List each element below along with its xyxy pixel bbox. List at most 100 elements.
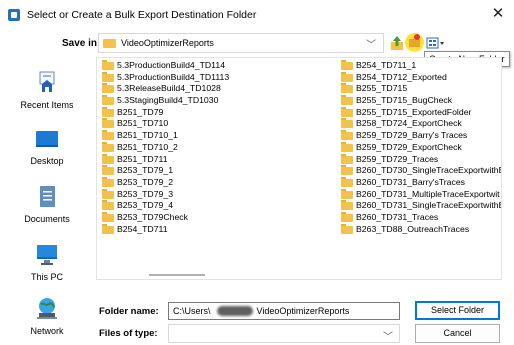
folder-icon (102, 71, 114, 82)
folder-item[interactable]: B260_TD731_Traces (340, 211, 501, 224)
folder-item[interactable]: B259_TD729_ExportCheck (340, 141, 501, 154)
folder-icon (102, 200, 114, 211)
view-menu-icon[interactable] (426, 37, 446, 49)
folder-item[interactable]: B253_TD79_1 (101, 165, 337, 177)
folder-item[interactable]: B254_TD711_1 (340, 60, 501, 72)
window-title: Select or Create a Bulk Export Destinati… (27, 9, 257, 21)
folder-name-input[interactable]: C:\Users\ VideoOptimizerReports (168, 302, 400, 320)
folder-item[interactable]: B255_TD715_ExportedFolder (340, 106, 501, 119)
folder-item[interactable]: B253_TD79_2 (101, 176, 337, 189)
folder-item[interactable]: B258_TD724_ExportCheck (340, 118, 501, 130)
folder-list[interactable]: 5.3ProductionBuild4_TD114 5.3ProductionB… (96, 57, 502, 280)
folder-name-prefix: C:\Users\ (173, 306, 211, 316)
folder-name: B251_TD79 (117, 106, 164, 117)
folder-icon (102, 153, 114, 164)
folder-item[interactable]: B251_TD710_1 (101, 130, 337, 142)
save-in-value: VideoOptimizerReports (121, 38, 214, 48)
new-folder-icon[interactable] (405, 33, 424, 52)
folder-item[interactable]: B251_TD711 (101, 153, 337, 166)
place-label: Documents (24, 214, 70, 224)
folder-item[interactable]: B254_TD712_Exported (340, 71, 501, 84)
folder-item[interactable]: B253_TD79_3 (101, 188, 337, 201)
place-documents[interactable]: Documents (4, 184, 90, 224)
up-one-level-icon[interactable] (390, 35, 404, 51)
folder-name: B251_TD710 (117, 118, 169, 129)
folder-name-value: C:\Users\ VideoOptimizerReports (173, 306, 349, 316)
folder-name: B263_TD88_OutreachTraces (356, 223, 470, 234)
folder-name-label: Folder name: (99, 306, 159, 317)
folder-name: B251_TD710_1 (117, 130, 178, 141)
folder-icon (341, 130, 353, 141)
place-recent-items[interactable]: Recent Items (4, 70, 90, 110)
folder-icon (102, 106, 114, 117)
scrollbar-thumb[interactable] (149, 274, 205, 276)
folder-icon (102, 223, 114, 234)
folder-name: B253_TD79_1 (117, 165, 174, 176)
folder-item[interactable]: B263_TD88_OutreachTraces (340, 223, 501, 236)
this-pc-icon (37, 245, 57, 265)
folder-item[interactable]: B253_TD79_4 (101, 200, 337, 212)
place-network[interactable]: Network (4, 296, 90, 336)
folder-item[interactable]: 5.3ReleaseBuild4_TD1028 (101, 83, 337, 95)
place-desktop[interactable]: Desktop (4, 128, 90, 166)
folder-name: B253_TD79_4 (117, 200, 174, 211)
folder-icon (341, 118, 353, 129)
folder-icon (341, 223, 353, 234)
folder-name: B251_TD710_2 (117, 141, 178, 152)
recent-items-icon (39, 71, 55, 92)
folder-icon (341, 200, 353, 211)
chevron-down-icon: ﹀ (366, 40, 376, 51)
folder-item[interactable]: 5.3StagingBuild4_TD1030 (101, 95, 337, 107)
folder-icon (341, 188, 353, 199)
folder-name: B251_TD711 (117, 153, 168, 164)
folder-item[interactable]: B259_TD729_Traces (340, 153, 501, 166)
folder-icon (102, 95, 114, 106)
folder-item[interactable]: B260_TD730_SingleTraceExportwithE (340, 165, 501, 177)
desktop-icon (36, 131, 58, 147)
folder-name: B259_TD729_Traces (356, 153, 439, 164)
folder-item[interactable]: B259_TD729_Barry's Traces (340, 130, 501, 142)
save-in-label: Save in: (62, 38, 101, 49)
horizontal-scrollbar[interactable] (97, 273, 501, 277)
folder-icon (341, 60, 353, 70)
close-button[interactable]: ✕ (490, 6, 506, 22)
folder-item[interactable]: B251_TD710 (101, 118, 337, 130)
folder-item[interactable]: B260_TD731_MultipleTraceExportwit (340, 188, 501, 201)
folder-name: B255_TD715_BugCheck (356, 95, 453, 106)
folder-item[interactable]: B260_TD731_Barry'sTraces (340, 176, 501, 189)
folder-name: B255_TD715 (356, 83, 408, 94)
folder-item[interactable]: B255_TD715 (340, 83, 501, 95)
folder-icon (341, 106, 353, 117)
folder-item[interactable]: B260_TD731_SingleTraceExportwithE (340, 200, 502, 212)
folder-name: B260_TD731_SingleTraceExportwithE (356, 200, 502, 211)
folder-icon (341, 211, 353, 222)
folder-icon (102, 83, 114, 94)
place-label: Network (30, 326, 64, 336)
folder-item[interactable]: B251_TD79 (101, 106, 337, 119)
folder-icon (341, 165, 353, 176)
folder-item[interactable]: B255_TD715_BugCheck (340, 95, 501, 107)
files-of-type-select[interactable]: ﹀ (168, 324, 400, 343)
folder-item[interactable]: B254_TD711 (101, 223, 337, 236)
places-bar: Recent Items Desktop Documents This PC N… (4, 58, 90, 342)
folder-name: B254_TD711 (117, 223, 168, 234)
folder-name: 5.3StagingBuild4_TD1030 (117, 95, 219, 106)
folder-name: 5.3ReleaseBuild4_TD1028 (117, 83, 221, 94)
cancel-button[interactable]: Cancel (415, 324, 500, 343)
folder-item[interactable]: 5.3ProductionBuild4_TD1113 (101, 71, 337, 84)
folder-item[interactable]: B251_TD710_2 (101, 141, 337, 154)
folder-name: B254_TD711_1 (356, 60, 417, 70)
folder-name-suffix: VideoOptimizerReports (256, 306, 350, 316)
folder-name: B260_TD731_MultipleTraceExportwit (356, 188, 500, 199)
folder-icon (102, 211, 114, 222)
folder-icon (102, 141, 114, 152)
select-folder-button[interactable]: Select Folder (415, 301, 500, 320)
folder-item[interactable]: B253_TD79Check (101, 211, 337, 224)
folder-name: B260_TD731_Barry'sTraces (356, 176, 466, 187)
folder-item[interactable]: 5.3ProductionBuild4_TD114 (101, 60, 337, 72)
save-in-dropdown[interactable]: VideoOptimizerReports ﹀ (98, 33, 384, 53)
folder-name: B258_TD724_ExportCheck (356, 118, 462, 129)
folder-icon (341, 95, 353, 106)
folder-icon (341, 71, 353, 82)
place-this-pc[interactable]: This PC (4, 242, 90, 282)
